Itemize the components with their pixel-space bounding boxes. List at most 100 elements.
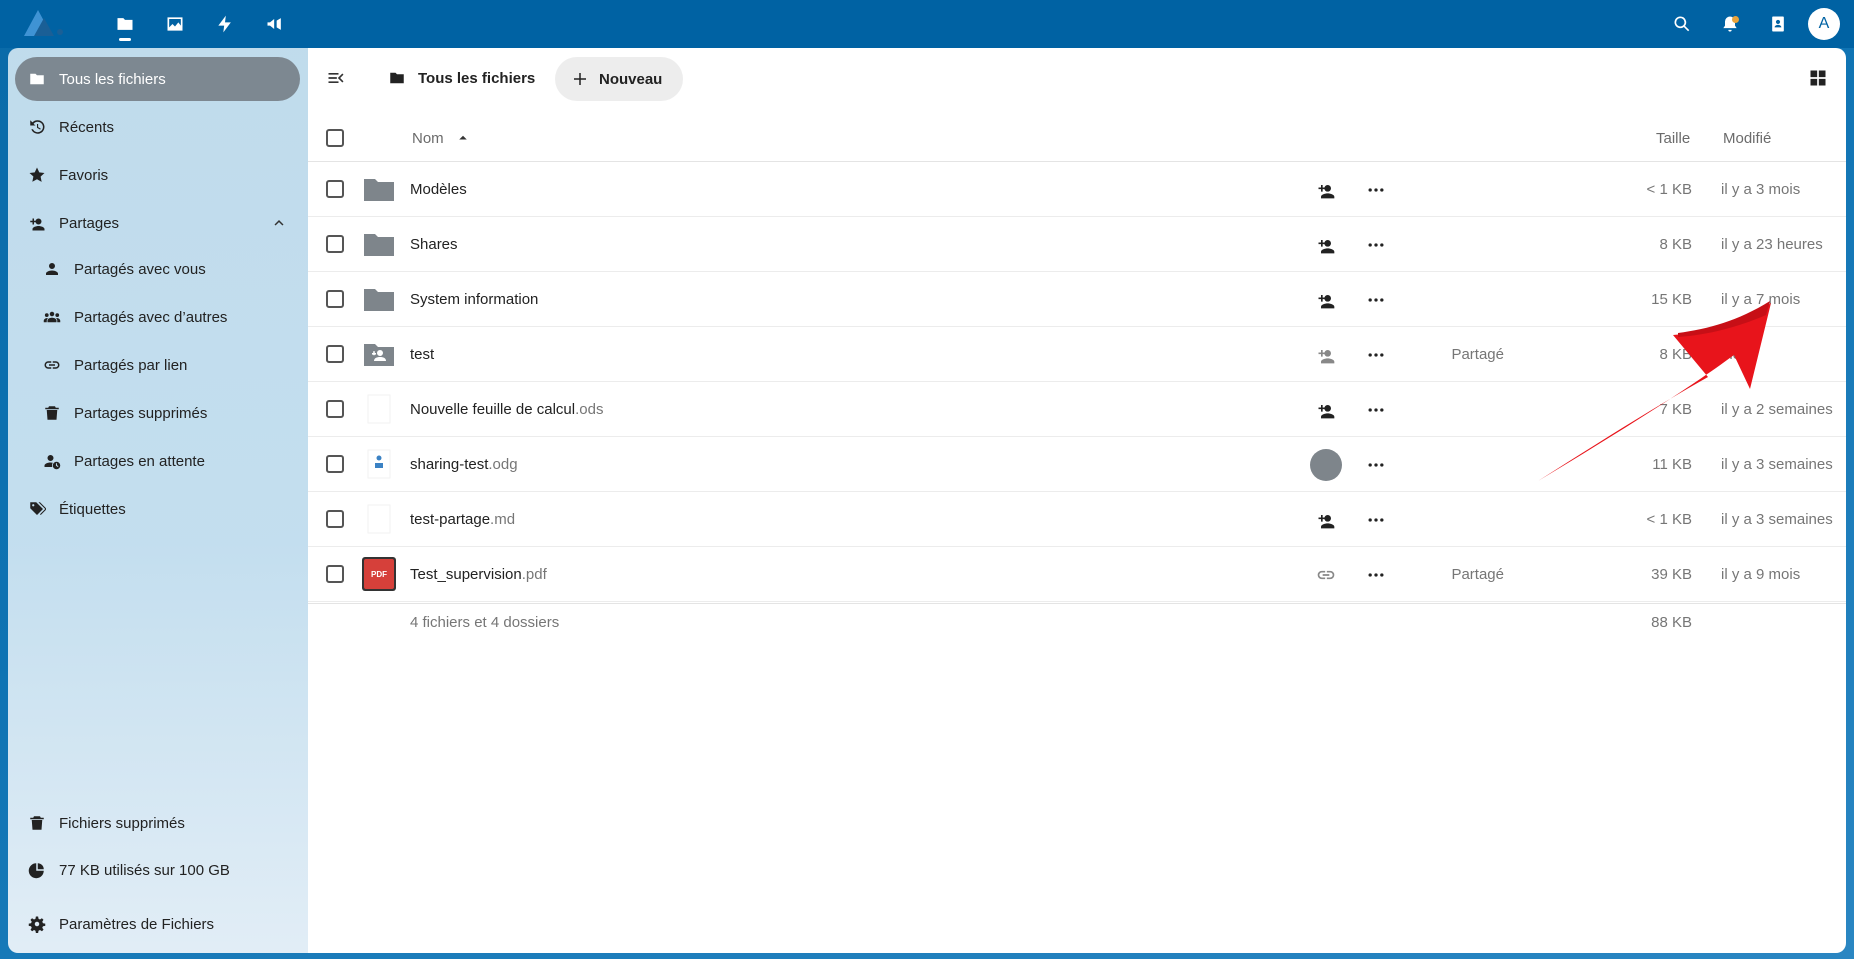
sidebar-quota[interactable]: 77 KB utilisés sur 100 GB — [15, 848, 300, 892]
more-actions-icon[interactable] — [1362, 341, 1390, 369]
sort-size-header[interactable]: Taille — [1656, 114, 1690, 162]
more-actions-icon[interactable] — [1362, 396, 1390, 424]
notifications-bell-icon[interactable] — [1706, 0, 1754, 48]
plus-icon — [574, 73, 586, 85]
row-checkbox[interactable] — [326, 290, 344, 308]
search-icon[interactable] — [1658, 0, 1706, 48]
files-app-icon[interactable] — [100, 0, 150, 48]
shared-owner-avatar[interactable] — [1310, 449, 1342, 481]
sidebar-item-label: Étiquettes — [59, 500, 126, 518]
row-checkbox[interactable] — [326, 180, 344, 198]
file-name[interactable]: Test_supervision .pdf — [410, 547, 547, 602]
announcements-app-icon[interactable] — [250, 0, 300, 48]
link-icon — [30, 356, 74, 374]
trash-icon — [30, 404, 74, 422]
breadcrumb-label: Tous les fichiers — [418, 69, 536, 87]
table-row[interactable]: System information 15 KB il y a 7 mois — [308, 272, 1846, 327]
sidebar: Tous les fichiers Récents Favoris Partag… — [8, 48, 308, 953]
total-size: 88 KB — [1651, 614, 1692, 631]
sidebar-item-label: Partagés par lien — [74, 356, 188, 374]
row-checkbox[interactable] — [326, 400, 344, 418]
sidebar-item-deleted-shares[interactable]: Partages supprimés — [30, 391, 300, 435]
shared-status-label[interactable]: Partagé — [1451, 327, 1504, 382]
sort-modified-header[interactable]: Modifié — [1723, 114, 1771, 162]
sidebar-item-deleted-files[interactable]: Fichiers supprimés — [15, 801, 300, 845]
file-name[interactable]: test — [410, 327, 434, 382]
photos-app-icon[interactable] — [150, 0, 200, 48]
table-row[interactable]: test-partage .md < 1 KB il y a 3 semaines — [308, 492, 1846, 547]
activity-app-icon[interactable] — [200, 0, 250, 48]
file-modified: il y a 3 mois — [1721, 181, 1801, 198]
toggle-navigation-icon[interactable] — [318, 60, 354, 96]
file-size: 11 KB — [1652, 456, 1692, 473]
folder-icon — [15, 70, 59, 88]
new-button[interactable]: Nouveau — [555, 57, 683, 101]
more-actions-icon[interactable] — [1362, 231, 1390, 259]
sort-name-header[interactable]: Nom — [412, 114, 472, 162]
file-name[interactable]: Nouvelle feuille de calcul .ods — [410, 382, 603, 437]
sidebar-item-pending-shares[interactable]: Partages en attente — [30, 439, 300, 483]
table-row[interactable]: Modèles < 1 KB il y a 3 mois — [308, 162, 1846, 217]
star-icon — [15, 166, 59, 184]
share-user-icon[interactable] — [1312, 231, 1340, 259]
share-user-icon[interactable] — [1312, 176, 1340, 204]
spreadsheet-file-icon — [367, 394, 391, 424]
sidebar-item-label: Récents — [59, 118, 115, 136]
table-row[interactable]: PDF Test_supervision .pdf Partagé 39 KB i… — [308, 547, 1846, 602]
table-row[interactable]: Nouvelle feuille de calcul .ods 7 KB il y… — [308, 382, 1846, 437]
sidebar-item-shared-with-others[interactable]: Partagés avec d’autres — [30, 295, 300, 339]
history-icon — [15, 118, 59, 136]
select-all-checkbox[interactable] — [326, 129, 344, 147]
table-row[interactable]: Shares 8 KB il y a 23 heures — [308, 217, 1846, 272]
file-name[interactable]: Shares — [410, 217, 458, 272]
link-icon[interactable] — [1312, 561, 1340, 589]
breadcrumb[interactable]: Tous les fichiers — [388, 60, 535, 96]
row-checkbox[interactable] — [326, 345, 344, 363]
shared-status-label[interactable]: Partagé — [1451, 547, 1504, 602]
table-row[interactable]: test Partagé 8 KB hier — [308, 327, 1846, 382]
row-checkbox[interactable] — [326, 455, 344, 473]
more-actions-icon[interactable] — [1362, 506, 1390, 534]
sidebar-item-label: Partages supprimés — [74, 404, 208, 422]
sidebar-item-label: Partages en attente — [74, 452, 205, 470]
more-actions-icon[interactable] — [1362, 176, 1390, 204]
sidebar-item-all-files[interactable]: Tous les fichiers — [15, 57, 300, 101]
more-actions-icon[interactable] — [1362, 286, 1390, 314]
chevron-up-icon[interactable] — [270, 214, 288, 232]
sidebar-item-recent[interactable]: Récents — [15, 105, 300, 149]
tags-icon — [15, 500, 59, 518]
sidebar-item-tags[interactable]: Étiquettes — [15, 487, 300, 531]
drawing-file-icon — [367, 449, 391, 479]
file-name[interactable]: sharing-test .odg — [410, 437, 518, 492]
files-summary: 4 fichiers et 4 dossiers — [410, 614, 560, 631]
contacts-icon[interactable] — [1754, 0, 1802, 48]
table-row[interactable]: sharing-test .odg 11 KB il y a 3 semaines — [308, 437, 1846, 492]
share-user-icon[interactable] — [1312, 396, 1340, 424]
file-modified: il y a 23 heures — [1721, 236, 1823, 253]
row-checkbox[interactable] — [326, 510, 344, 528]
more-actions-icon[interactable] — [1362, 451, 1390, 479]
row-checkbox[interactable] — [326, 235, 344, 253]
notification-dot — [1732, 16, 1739, 23]
file-modified: hier — [1721, 346, 1747, 363]
file-size: 15 KB — [1651, 291, 1692, 308]
grid-view-icon[interactable] — [1800, 60, 1836, 96]
row-checkbox[interactable] — [326, 565, 344, 583]
sidebar-item-shared-with-you[interactable]: Partagés avec vous — [30, 247, 300, 291]
header-label: Modifié — [1723, 129, 1772, 147]
file-name[interactable]: System information — [410, 272, 538, 327]
share-user-icon[interactable] — [1312, 341, 1340, 369]
share-user-icon[interactable] — [1312, 506, 1340, 534]
sidebar-item-shares[interactable]: Partages — [15, 201, 300, 245]
pie-chart-icon — [15, 861, 59, 879]
nextcloud-logo[interactable] — [20, 6, 72, 42]
sidebar-item-settings[interactable]: Paramètres de Fichiers — [15, 902, 300, 946]
sidebar-item-shared-by-link[interactable]: Partagés par lien — [30, 343, 300, 387]
more-actions-icon[interactable] — [1362, 561, 1390, 589]
user-avatar[interactable]: A — [1808, 8, 1840, 40]
file-name[interactable]: Modèles — [410, 162, 467, 217]
share-user-icon[interactable] — [1312, 286, 1340, 314]
sidebar-item-favorites[interactable]: Favoris — [15, 153, 300, 197]
file-name[interactable]: test-partage .md — [410, 492, 515, 547]
file-size: < 1 KB — [1646, 181, 1692, 198]
